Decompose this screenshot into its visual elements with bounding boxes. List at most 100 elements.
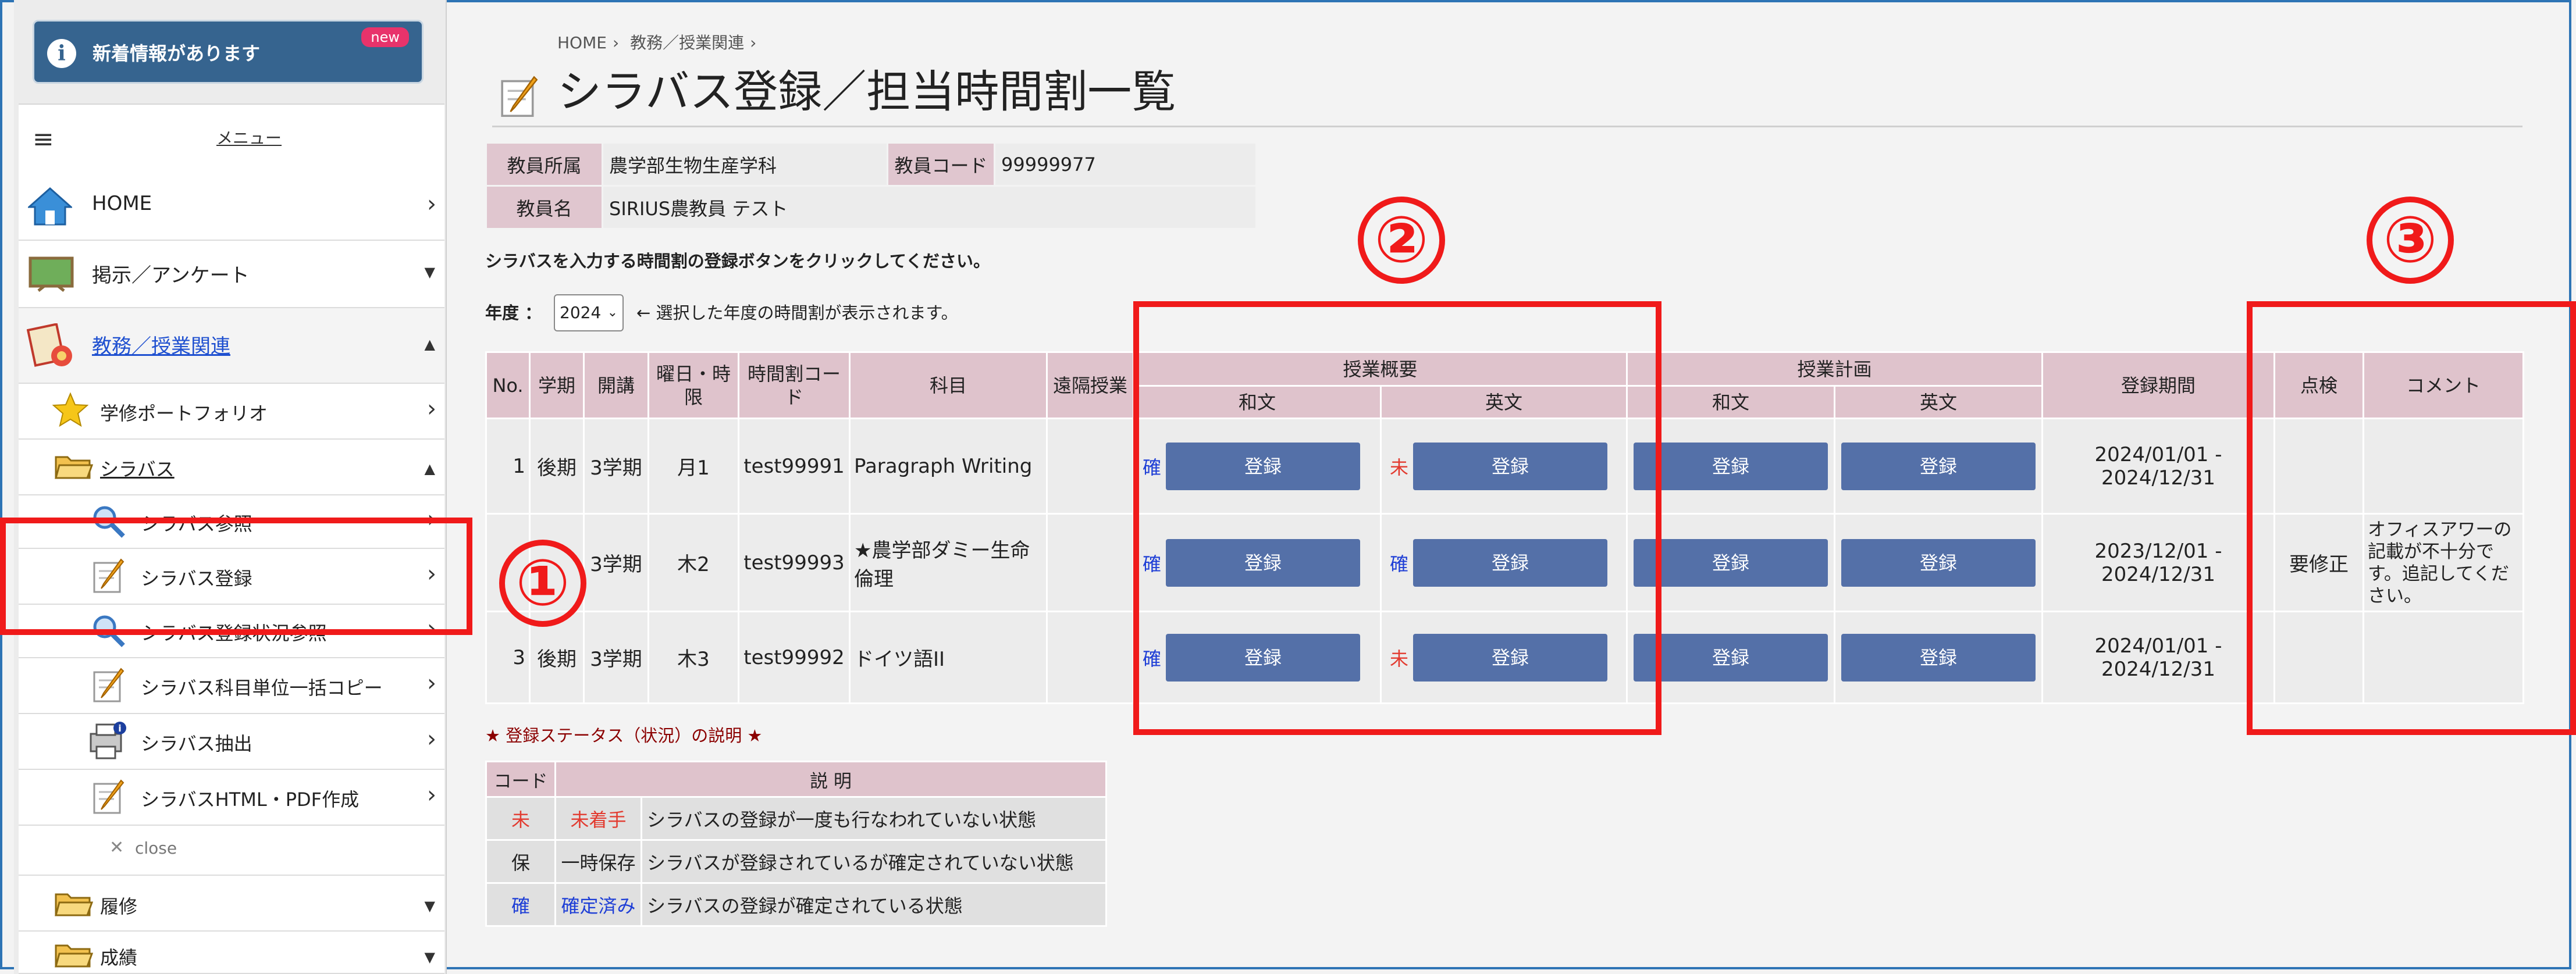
chevron-right-icon: ›	[427, 726, 436, 752]
affiliation-value: 農学部生物生産学科	[602, 142, 888, 187]
col-plan-en: 英文	[1834, 385, 2043, 419]
folder-icon	[55, 944, 93, 968]
legend-desc: シラバスの登録が確定されている状態	[641, 882, 1107, 927]
col-day: 曜日・時限	[647, 351, 739, 419]
pencil-note-icon	[501, 76, 538, 117]
legend-name: 確定済み	[554, 882, 642, 927]
sidebar-item-portfolio[interactable]: 学修ポートフォリオ ›	[19, 384, 444, 440]
col-term: 学期	[529, 351, 585, 419]
sidebar-item-syllabus-pdf[interactable]: シラバスHTML・PDF作成 ›	[19, 770, 444, 826]
caret-up-icon: ▲	[424, 461, 435, 477]
col-period: 登録期間	[2041, 351, 2275, 419]
breadcrumb-academic[interactable]: 教務／授業関連	[630, 33, 744, 52]
chevron-right-icon: ›	[427, 395, 436, 422]
cell-plan-en: 登録	[1834, 611, 2043, 704]
sidebar-item-label: シラバスHTML・PDF作成	[141, 789, 360, 811]
instruction-text: シラバスを入力する時間割の登録ボタンをクリックしてください。	[485, 251, 990, 271]
breadcrumb-separator: ›	[612, 33, 620, 52]
cell-day: 木3	[647, 611, 739, 704]
menu-label[interactable]: メニュー	[216, 126, 282, 149]
cell-code: test99993	[738, 513, 851, 612]
chevron-right-icon: ›	[427, 782, 436, 808]
code-label: 教員コード	[887, 142, 995, 187]
annotation-box-2	[1133, 301, 1661, 735]
cell-remote	[1046, 611, 1134, 704]
sidebar-item-label: 掲示／アンケート	[92, 264, 250, 287]
sidebar-item-home[interactable]: HOME ›	[19, 173, 444, 241]
sidebar-item-syllabus[interactable]: シラバス ▲	[19, 440, 444, 495]
sidebar-item-registration[interactable]: 履修 ▼	[19, 876, 444, 932]
pencil-note-icon	[93, 779, 124, 814]
register-button[interactable]: 登録	[1634, 442, 1828, 490]
register-button[interactable]: 登録	[1634, 633, 1828, 682]
col-remote: 遠隔授業	[1046, 351, 1134, 419]
legend-code: 未	[485, 796, 556, 841]
legend-name: 一時保存	[554, 839, 642, 884]
pencil-note-icon	[93, 668, 124, 702]
affiliation-label: 教員所属	[485, 142, 603, 187]
cell-remote	[1046, 418, 1134, 515]
legend-name: 未着手	[554, 796, 642, 841]
annotation-box-3	[2247, 301, 2576, 735]
hamburger-icon[interactable]: ≡	[33, 127, 54, 152]
year-row: 年度 ： 2024 ⌄ ← 選択した年度の時間割が表示されます。	[485, 294, 958, 331]
annotation-number-2: ②	[1358, 197, 1445, 284]
name-value: SIRIUS農教員 テスト	[602, 185, 1257, 230]
menu-header[interactable]: ≡ メニュー	[19, 104, 444, 174]
sidebar-item-notice[interactable]: 掲示／アンケート ▼	[19, 241, 444, 308]
legend-code-header: コード	[485, 761, 556, 798]
caret-down-icon: ▼	[424, 264, 435, 280]
cell-subject: ドイツ語II	[849, 611, 1048, 704]
legend-row: 未 未着手 シラバスの登録が一度も行なわれていない状態	[485, 796, 1107, 841]
sidebar-item-label: 履修	[100, 895, 138, 918]
cell-day: 月1	[647, 418, 739, 515]
sidebar-item-label: シラバス抽出	[141, 733, 252, 755]
legend-table: コード 説 明 未 未着手 シラバスの登録が一度も行なわれていない状態 保 一時…	[485, 761, 1107, 927]
printer-icon: i	[90, 722, 126, 759]
chevron-right-icon: ›	[427, 191, 436, 217]
home-icon	[28, 187, 72, 226]
sidebar-close[interactable]: ✕ close	[19, 826, 444, 876]
info-icon: i	[47, 39, 76, 68]
sidebar-item-syllabus-extract[interactable]: i シラバス抽出 ›	[19, 714, 444, 770]
register-button[interactable]: 登録	[1841, 442, 2036, 490]
sidebar-item-academic[interactable]: 教務／授業関連 ▲	[19, 308, 444, 384]
legend-row: 確 確定済み シラバスの登録が確定されている状態	[485, 882, 1107, 927]
cell-plan-en: 登録	[1834, 418, 2043, 515]
col-no: No.	[485, 351, 531, 419]
breadcrumb: HOME › 教務／授業関連 ›	[557, 30, 762, 53]
year-label: 年度 ：	[485, 303, 542, 323]
news-text: 新着情報があります	[92, 42, 261, 65]
col-plan: 授業計画	[1626, 351, 2043, 387]
cell-period: 2024/01/01 - 2024/12/31	[2041, 611, 2275, 704]
name-label: 教員名	[485, 185, 603, 230]
cell-code: test99992	[738, 611, 851, 704]
sidebar-item-syllabus-copy[interactable]: シラバス科目単位一括コピー ›	[19, 658, 444, 714]
page-header: シラバス登録／担当時間割一覧	[492, 60, 2522, 127]
caret-up-icon: ▲	[424, 336, 435, 352]
academic-icon	[27, 323, 72, 367]
register-button[interactable]: 登録	[1634, 538, 1828, 587]
register-button[interactable]: 登録	[1841, 633, 2036, 682]
news-banner[interactable]: i 新着情報があります new	[33, 20, 424, 84]
legend-code: 確	[485, 882, 556, 927]
sidebar: i 新着情報があります new ≡ メニュー HOME › 掲示／アンケート ▼	[14, 0, 447, 974]
sidebar-item-grades[interactable]: 成績 ▼	[19, 932, 444, 974]
legend-code: 保	[485, 839, 556, 884]
legend-title: ★ 登録ステータス（状況）の説明 ★	[485, 726, 763, 745]
cell-code: test99991	[738, 418, 851, 515]
col-subject: 科目	[849, 351, 1048, 419]
legend-desc: シラバスが登録されているが確定されていない状態	[641, 839, 1107, 884]
folder-icon	[55, 456, 93, 479]
annotation-number-1: ①	[499, 540, 586, 627]
register-button[interactable]: 登録	[1841, 538, 2036, 587]
caret-down-icon: ▼	[424, 949, 435, 965]
breadcrumb-home[interactable]: HOME	[557, 33, 607, 52]
new-badge: new	[361, 27, 409, 47]
svg-text:i: i	[118, 723, 121, 734]
cell-term: 後期	[529, 418, 585, 515]
cell-subject: Paragraph Writing	[849, 418, 1048, 515]
sidebar-item-label: HOME	[92, 192, 152, 215]
year-select[interactable]: 2024 ⌄	[554, 294, 624, 331]
cell-plan-en: 登録	[1834, 513, 2043, 612]
